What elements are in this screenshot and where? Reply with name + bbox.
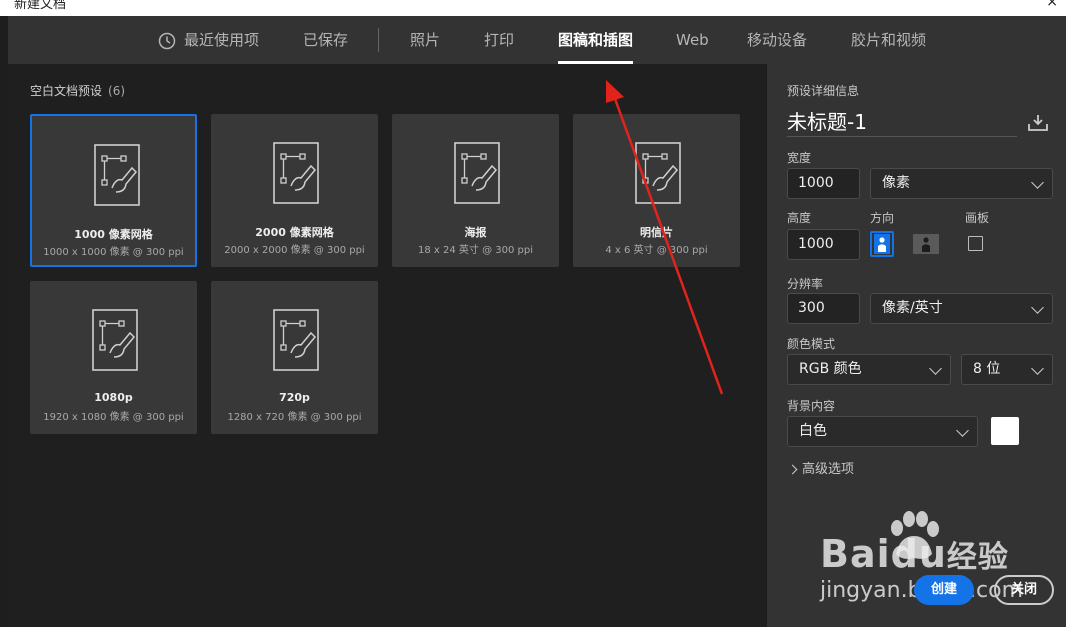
width-unit-value: 像素 xyxy=(882,175,910,191)
tab-film-video[interactable]: 胶片和视频 xyxy=(851,16,926,64)
create-button[interactable]: 创建 xyxy=(914,575,974,605)
resolution-unit-select[interactable]: 像素/英寸 xyxy=(870,293,1053,324)
document-preset-icon xyxy=(454,142,500,204)
clock-icon xyxy=(158,32,176,49)
width-label: 宽度 xyxy=(787,151,812,165)
document-preset-icon xyxy=(92,309,138,371)
category-tabbar: 最近使用项 已保存 照片 打印 图稿和插图 Web 移动设备 胶片和视频 xyxy=(8,16,1066,64)
chevron-down-icon xyxy=(1031,176,1044,189)
portrait-orientation-button[interactable] xyxy=(870,231,894,257)
resolution-label: 分辨率 xyxy=(787,277,824,291)
resolution-unit-value: 像素/英寸 xyxy=(882,300,943,316)
tab-web[interactable]: Web xyxy=(676,16,709,64)
width-input[interactable]: 1000 xyxy=(787,168,860,199)
tab-print[interactable]: 打印 xyxy=(484,16,514,64)
chevron-down-icon xyxy=(1031,362,1044,375)
color-mode-select[interactable]: RGB 颜色 xyxy=(787,354,951,385)
preset-card[interactable]: 1000 像素网格 1000 x 1000 像素 @ 300 ppi xyxy=(30,114,197,267)
chevron-down-icon xyxy=(956,424,969,437)
preset-name: 明信片 xyxy=(640,226,673,239)
preset-size: 1920 x 1080 像素 @ 300 ppi xyxy=(43,412,184,423)
preset-name: 2000 像素网格 xyxy=(255,226,334,239)
height-label: 高度 xyxy=(787,211,812,225)
color-mode-label: 颜色模式 xyxy=(787,337,836,351)
preset-size: 1000 x 1000 像素 @ 300 ppi xyxy=(43,247,184,258)
preset-size: 1280 x 720 像素 @ 300 ppi xyxy=(227,412,362,423)
landscape-orientation-button[interactable] xyxy=(912,232,940,256)
tab-recent[interactable]: 最近使用项 xyxy=(158,16,259,64)
chevron-down-icon xyxy=(1031,301,1044,314)
presets-pane: 空白文档预设 (6) 1000 像素网格 1000 x 1000 像素 @ 300 … xyxy=(8,64,766,627)
document-preset-icon xyxy=(273,142,319,204)
orientation-label: 方向 xyxy=(870,211,895,225)
window-title: 新建文档 xyxy=(14,0,67,12)
document-preset-icon xyxy=(94,144,140,206)
height-input[interactable]: 1000 xyxy=(787,229,860,260)
watermark-brand-text: Bai xyxy=(820,532,891,576)
background-select[interactable]: 白色 xyxy=(787,416,978,447)
preset-card[interactable]: 明信片 4 x 6 英寸 @ 300 ppi xyxy=(573,114,740,267)
background-label: 背景内容 xyxy=(787,399,836,413)
save-preset-icon[interactable] xyxy=(1027,114,1049,132)
background-value: 白色 xyxy=(799,423,827,439)
document-preset-icon xyxy=(635,142,681,204)
details-header: 预设详细信息 xyxy=(787,84,860,98)
preset-card[interactable]: 2000 像素网格 2000 x 2000 像素 @ 300 ppi xyxy=(211,114,378,267)
preset-size: 2000 x 2000 像素 @ 300 ppi xyxy=(224,245,365,256)
preset-card[interactable]: 720p 1280 x 720 像素 @ 300 ppi xyxy=(211,281,378,434)
color-mode-value: RGB 颜色 xyxy=(799,361,862,377)
preset-name: 1000 像素网格 xyxy=(74,228,153,241)
window-titlebar: 新建文档 × xyxy=(0,0,1066,16)
tab-saved[interactable]: 已保存 xyxy=(303,16,348,64)
watermark-brand: Baidu经验 xyxy=(820,532,1009,576)
background-color-swatch[interactable] xyxy=(991,417,1019,445)
preset-card[interactable]: 海报 18 x 24 英寸 @ 300 ppi xyxy=(392,114,559,267)
preset-name: 720p xyxy=(279,391,310,404)
tab-mobile[interactable]: 移动设备 xyxy=(747,16,807,64)
tab-art-illustration[interactable]: 图稿和插图 xyxy=(558,16,634,64)
tab-recent-label: 最近使用项 xyxy=(184,31,260,49)
watermark-brand-du: du xyxy=(890,532,947,576)
bit-depth-select[interactable]: 8 位 xyxy=(961,354,1053,385)
width-unit-select[interactable]: 像素 xyxy=(870,168,1053,199)
window-close-icon[interactable]: × xyxy=(1046,0,1058,10)
document-name-input[interactable]: 未标题-1 xyxy=(787,108,1017,137)
portrait-icon xyxy=(874,234,890,254)
presets-section-title: 空白文档预设 (6) xyxy=(30,82,125,99)
presets-count: (6) xyxy=(108,84,126,98)
preset-size: 18 x 24 英寸 @ 300 ppi xyxy=(418,245,533,256)
tab-photo[interactable]: 照片 xyxy=(410,16,440,64)
preset-card[interactable]: 1080p 1920 x 1080 像素 @ 300 ppi xyxy=(30,281,197,434)
chevron-right-icon xyxy=(787,464,798,475)
chevron-down-icon xyxy=(929,362,942,375)
tab-divider xyxy=(378,28,379,52)
artboard-checkbox[interactable] xyxy=(968,236,983,251)
advanced-options-toggle[interactable]: 高级选项 xyxy=(787,458,855,477)
presets-title-label: 空白文档预设 xyxy=(30,84,103,98)
artboard-label: 画板 xyxy=(965,211,990,225)
landscape-icon xyxy=(913,234,939,254)
preset-name: 1080p xyxy=(94,391,133,404)
preset-size: 4 x 6 英寸 @ 300 ppi xyxy=(605,245,708,256)
preset-name: 海报 xyxy=(464,226,487,239)
close-button[interactable]: 关闭 xyxy=(994,575,1054,605)
advanced-options-label: 高级选项 xyxy=(802,462,855,477)
watermark-brand-cn: 经验 xyxy=(946,540,1009,575)
document-preset-icon xyxy=(273,309,319,371)
bit-depth-value: 8 位 xyxy=(973,361,1001,377)
resolution-input[interactable]: 300 xyxy=(787,293,860,324)
